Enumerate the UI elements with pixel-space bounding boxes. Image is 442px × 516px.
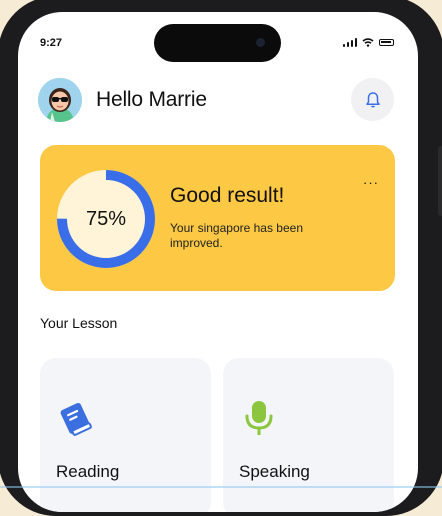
dynamic-island [154, 24, 281, 62]
app-screen: 9:27 Hello Marrie 75% Good result! Your … [18, 12, 418, 512]
lesson-card-reading[interactable]: Reading [40, 358, 211, 512]
status-time: 9:27 [40, 37, 63, 49]
book-icon [60, 402, 92, 436]
lesson-label-speaking: Speaking [239, 462, 310, 481]
avatar[interactable] [38, 78, 82, 122]
greeting-title: Hello Marrie [96, 88, 207, 111]
camera-icon [256, 38, 265, 47]
result-card[interactable]: 75% Good result! Your singapore has been… [40, 145, 395, 291]
lesson-label-reading: Reading [56, 462, 120, 481]
microphone-icon [245, 401, 273, 435]
bottom-divider [0, 486, 442, 488]
wifi-icon [362, 38, 374, 47]
phone-frame: 9:27 Hello Marrie 75% Good result! Your … [0, 0, 442, 516]
side-button [438, 146, 442, 216]
status-bar: 9:27 [18, 12, 418, 72]
more-options-button[interactable]: ··· [363, 176, 379, 189]
result-description: Your singapore has been improved. [170, 221, 303, 250]
notification-button[interactable] [351, 78, 394, 121]
lesson-card-speaking[interactable]: Speaking [223, 358, 394, 512]
progress-percent: 75% [85, 207, 127, 230]
status-icons [342, 38, 394, 47]
avatar-image [38, 78, 82, 122]
section-title: Your Lesson [40, 315, 118, 331]
signal-icon [342, 38, 357, 47]
battery-icon [379, 39, 394, 46]
header: Hello Marrie [18, 76, 418, 126]
bell-icon [365, 91, 380, 108]
result-title: Good result! [170, 184, 285, 207]
